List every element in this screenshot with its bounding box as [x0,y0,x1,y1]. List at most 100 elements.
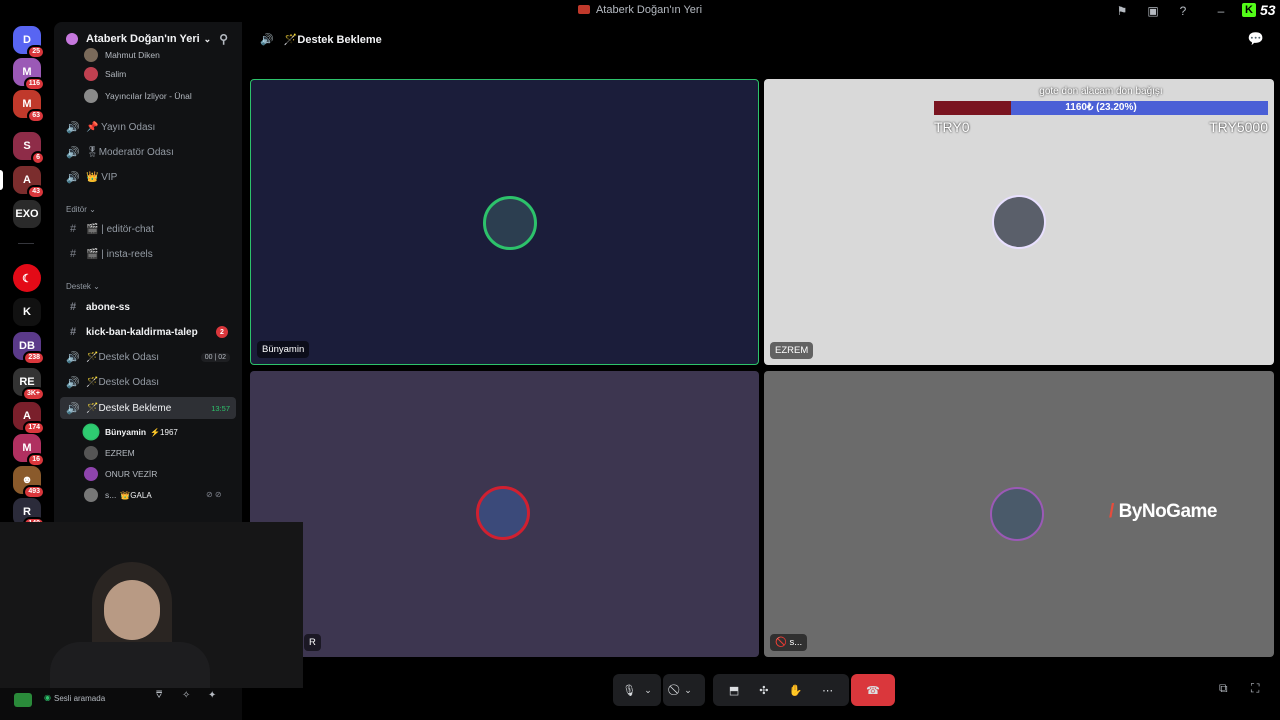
settings-icon[interactable]: ✦ [208,690,216,701]
minimize-icon[interactable]: – [1213,3,1229,19]
voice-member[interactable]: Yayıncılar İzliyor - Ünal [84,87,192,105]
voice-channel[interactable]: 🔊 🪄Destek Odası 00 | 02 [60,346,236,368]
chevron-down-icon[interactable]: ⌄ [644,685,652,696]
user-panel: ◉ Sesli aramada ⩢ ✧ ✦ [0,688,242,720]
noise-icon[interactable]: ⩢ [156,690,162,701]
more-icon[interactable]: ⋯ [822,684,833,697]
participant-name: Bünyamin [257,341,310,358]
category-support[interactable]: Destek ⌄ [66,282,100,291]
webcam-overlay [0,522,303,688]
fullscreen-icon[interactable]: ⛶ [1251,681,1259,696]
voice-main: 🔊 🪄Destek Bekleme 💬 Bünyamin gote don al… [244,22,1280,720]
speaker-icon: 🔊 [66,402,80,415]
speaker-icon: 🔊 [66,376,80,389]
disconnect-button[interactable]: ☎ [851,674,895,706]
selected-pill [0,170,3,190]
soundboard-icon[interactable]: ✋ [788,684,802,697]
chevron-down-icon[interactable]: ⌄ [684,685,692,696]
avatar [84,446,98,460]
donation-min: TRY0 [934,119,970,135]
unread-badge: 493 [23,485,45,499]
server-icon-guild-s[interactable]: S6 [13,132,45,165]
voice-channel[interactable]: 🔊 🪄Destek Bekleme 13:57 [60,397,236,419]
donation-amount: 1160₺ (23.20%) [1065,102,1137,113]
activities-icon[interactable]: ✣ [759,684,768,697]
server-icon-guild-tr[interactable]: ☾ [13,264,41,292]
channel-header: 🔊 🪄Destek Bekleme 💬 [244,22,1280,56]
unread-badge: 116 [23,77,45,91]
screen-icon[interactable]: ▣ [1145,3,1161,19]
server-icon-guild-exo[interactable]: EXO [13,200,41,228]
text-channel[interactable]: # kick-ban-kaldirma-talep 2 [60,321,236,343]
video-tile-2[interactable]: gote don alacam don bağışı 1160₺ (23.20%… [764,79,1274,365]
text-channel[interactable]: # 🎬 | insta-reels [60,243,236,265]
unread-badge: 174 [23,421,45,435]
voice-member[interactable]: Mahmut Diken [84,46,160,64]
voice-status: Sesli aramada [54,694,106,703]
brand-logo: / ByNoGame [1109,501,1217,522]
hash-icon: # [69,223,77,235]
muted-icon: 🚫 [775,637,787,648]
server-icon-guild-m2[interactable]: M 63 [13,90,45,123]
speaker-icon: 🔊 [66,121,80,134]
unread-badge: 3K+ [21,387,45,401]
text-channel[interactable]: # abone-ss [60,296,236,318]
webcam-face [104,580,160,640]
soundboard-icon[interactable]: ✧ [182,690,190,701]
text-channel[interactable]: # 🎬 | editör-chat [60,218,236,240]
brand-logo-icon: / [1109,501,1114,522]
unread-badge: 25 [27,45,45,59]
divider [18,243,34,244]
video-tile-1[interactable]: Bünyamin [250,79,759,365]
user-avatar [14,693,32,707]
server-icon-guild-dobby[interactable]: DB 238 [13,332,45,365]
video-tile-4[interactable]: / ByNoGame 🚫 s... [764,371,1274,657]
help-icon[interactable]: ? [1175,3,1191,19]
category-editor[interactable]: Editör ⌄ [66,205,96,214]
hangup-icon: ☎ [866,684,880,697]
server-icon-guild-a[interactable]: A 43 [13,166,45,199]
server-icon-guild-a2[interactable]: A 174 [13,402,45,435]
add-member-icon[interactable]: ⚲ [219,32,228,46]
camera-toggle[interactable]: ⃠⌄ [663,674,705,706]
screen-share-icon[interactable]: ⬒ [729,684,739,697]
hash-icon: # [69,248,77,260]
avatar [84,48,98,62]
speaker-icon: 🔊 [66,351,80,364]
chat-icon[interactable]: 💬 [1248,31,1264,47]
avatar [84,425,98,439]
chevron-down-icon: ⌄ [203,33,212,44]
server-icon [66,33,78,45]
window-title: Ataberk Doğan'ın Yeri [0,4,1280,16]
voice-channel[interactable]: 🔊 📌 Yayın Odası [60,116,236,138]
video-tile-3[interactable]: R [250,371,759,657]
donation-bar: 1160₺ (23.20%) [934,101,1268,115]
unread-badge: 63 [27,109,45,123]
voice-channel[interactable]: 🔊 👑 VIP [60,166,236,188]
channel-title: 🪄Destek Bekleme [283,33,382,46]
inbox-flag-icon[interactable]: ⚑ [1114,3,1130,19]
voice-member[interactable]: EZREM [84,444,135,462]
mic-toggle[interactable]: 🎙 ⌄ [613,674,661,706]
mic-icon: 🎙 [622,684,637,697]
server-icon-guild-kick[interactable]: K [13,298,41,326]
server-flag-icon [577,5,590,14]
voice-channel[interactable]: 🔊 🎖Moderatör Odası [60,141,236,163]
unread-badge: 238 [23,351,45,365]
server-icon-guild-m3[interactable]: M 16 [13,434,45,467]
server-icon-guild-char[interactable]: ☻ 493 [13,466,45,499]
voice-channel[interactable]: 🔊 🪄Destek Odası [60,371,236,393]
server-icon-guild-react[interactable]: RE 3K+ [13,368,45,401]
speaker-icon: 🔊 [66,171,80,184]
avatar [84,488,98,502]
voice-member[interactable]: s... 👑GALA [84,486,152,504]
avatar [483,196,537,250]
voice-member[interactable]: Bünyamin ⚡1967 [84,423,178,441]
popout-icon[interactable]: ⧉ [1219,681,1228,696]
voice-member[interactable]: Salim [84,65,126,83]
tray-number: 53 [1260,2,1276,18]
server-icon-guild-m[interactable]: M 116 [13,58,45,91]
server-icon-discord-home[interactable]: D 25 [13,26,45,59]
participant-name: R [304,634,321,651]
voice-member[interactable]: ONUR VEZİR [84,465,157,483]
